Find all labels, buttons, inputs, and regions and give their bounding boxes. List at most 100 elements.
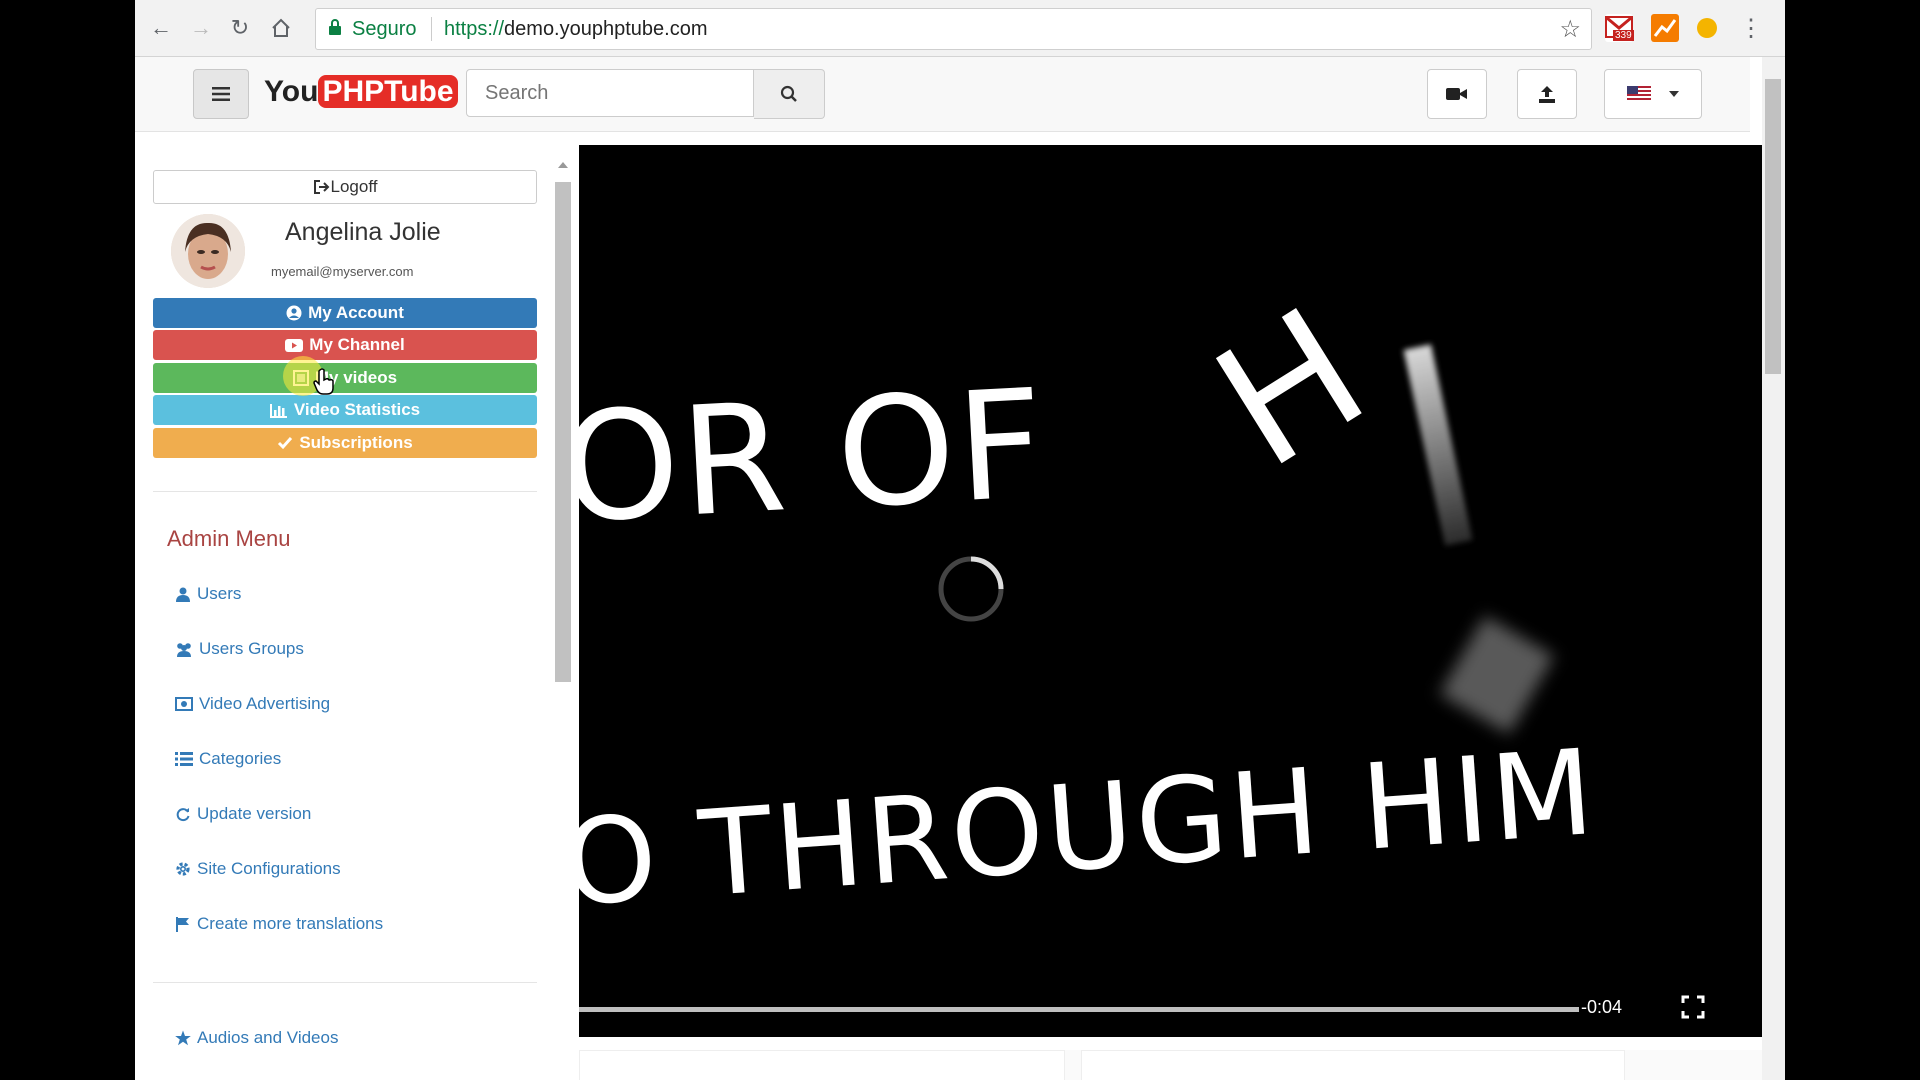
page-scrollbar[interactable] bbox=[1762, 57, 1785, 1080]
admin-item-label: Create more translations bbox=[197, 914, 384, 933]
admin-item-categories[interactable]: Categories bbox=[175, 749, 281, 769]
refresh-icon bbox=[176, 808, 190, 822]
sidebar-scrollbar[interactable] bbox=[553, 132, 573, 1080]
loading-spinner-icon bbox=[938, 556, 1004, 622]
chrome-menu-icon[interactable]: ⋮ bbox=[1735, 12, 1767, 44]
my-channel-button[interactable]: My Channel bbox=[153, 330, 537, 360]
sidebar-divider bbox=[153, 491, 537, 492]
admin-item-label: Update version bbox=[197, 804, 312, 823]
us-flag-icon bbox=[1627, 86, 1651, 102]
up-next-card bbox=[1081, 1050, 1625, 1080]
video-camera-icon bbox=[1446, 88, 1467, 100]
back-arrow-icon[interactable]: ← bbox=[145, 12, 177, 44]
admin-item-label: Site Configurations bbox=[197, 859, 341, 878]
admin-item-label: Users bbox=[197, 584, 242, 603]
star-icon bbox=[175, 1030, 191, 1046]
language-dropdown[interactable] bbox=[1604, 69, 1702, 119]
browser-toolbar: ← → ↻ Seguro https://demo.youphptube.com… bbox=[135, 0, 1785, 57]
video-progress-bar[interactable] bbox=[579, 1007, 1579, 1012]
gmail-extension-icon[interactable]: 339 bbox=[1605, 14, 1634, 42]
logoff-button[interactable]: Logoff bbox=[153, 170, 537, 204]
url-text: https://demo.youphptube.com bbox=[444, 18, 708, 41]
subscriptions-button[interactable]: Subscriptions bbox=[153, 428, 537, 458]
admin-item-video-advertising[interactable]: Video Advertising bbox=[175, 694, 330, 714]
sign-out-icon bbox=[313, 180, 329, 194]
gear-icon bbox=[176, 862, 190, 876]
video-player[interactable]: OR OF H O THROUGH HIM -0:04 bbox=[579, 145, 1762, 1037]
site-header: You PHPTube bbox=[135, 57, 1750, 132]
logo-phptube: PHPTube bbox=[318, 75, 458, 108]
site-logo[interactable]: You PHPTube bbox=[264, 75, 458, 109]
admin-item-update-version[interactable]: Update version bbox=[175, 804, 311, 824]
reload-icon[interactable]: ↻ bbox=[224, 12, 256, 44]
user-icon bbox=[176, 587, 190, 602]
search-button[interactable] bbox=[754, 69, 825, 119]
user-email: myemail@myserver.com bbox=[271, 264, 414, 279]
admin-menu-heading: Admin Menu bbox=[167, 526, 291, 551]
video-frame-text-letter: H bbox=[1184, 271, 1398, 507]
analytics-extension-icon[interactable] bbox=[1651, 14, 1679, 42]
user-name: Angelina Jolie bbox=[285, 218, 441, 246]
video-motion-blur bbox=[1403, 344, 1473, 546]
scroll-up-arrow-icon[interactable] bbox=[558, 162, 568, 168]
video-frame-text-line1: OR OF bbox=[579, 357, 1050, 557]
sidebar-divider bbox=[153, 982, 537, 983]
url-host: demo.youphptube.com bbox=[504, 18, 708, 40]
secure-label: Seguro bbox=[352, 18, 417, 40]
address-bar[interactable]: Seguro https://demo.youphptube.com ☆ bbox=[315, 8, 1592, 50]
my-channel-label: My Channel bbox=[309, 335, 405, 354]
hand-cursor-icon bbox=[313, 368, 334, 395]
my-account-label: My Account bbox=[308, 303, 404, 322]
logoff-label: Logoff bbox=[330, 177, 378, 196]
admin-item-label: Categories bbox=[199, 749, 282, 768]
sidebar-item-audios-and-videos[interactable]: Audios and Videos bbox=[175, 1028, 338, 1048]
browser-window: ← → ↻ Seguro https://demo.youphptube.com… bbox=[135, 0, 1785, 1080]
video-statistics-label: Video Statistics bbox=[293, 400, 421, 419]
below-video-area bbox=[579, 1050, 1762, 1080]
video-statistics-button[interactable]: Video Statistics bbox=[153, 395, 537, 425]
admin-item-label: Users Groups bbox=[199, 639, 304, 658]
home-icon[interactable] bbox=[265, 12, 297, 44]
sidebar-item-label: Audios and Videos bbox=[197, 1028, 339, 1047]
page-scrollbar-thumb[interactable] bbox=[1765, 79, 1781, 374]
fullscreen-icon[interactable] bbox=[1681, 995, 1705, 1019]
bar-chart-icon bbox=[269, 403, 287, 418]
youtube-play-icon bbox=[285, 338, 304, 352]
time-remaining: -0:04 bbox=[1581, 997, 1623, 1017]
admin-item-create-more-translations[interactable]: Create more translations bbox=[175, 914, 383, 934]
check-icon bbox=[278, 437, 293, 450]
admin-item-site-configurations[interactable]: Site Configurations bbox=[175, 859, 341, 879]
upload-icon bbox=[1539, 86, 1555, 103]
list-icon bbox=[175, 752, 193, 766]
hamburger-menu-button[interactable] bbox=[193, 69, 249, 119]
my-videos-button[interactable]: My videos bbox=[153, 363, 537, 393]
ad-video-icon bbox=[175, 697, 193, 711]
video-info-card bbox=[579, 1050, 1065, 1080]
left-sidebar: Logoff Angelina Jolie myemail@myserver.c… bbox=[135, 132, 580, 1080]
users-icon bbox=[177, 643, 191, 657]
user-circle-icon bbox=[286, 305, 302, 321]
video-frame-text-line2: O THROUGH HIM bbox=[579, 722, 1601, 933]
admin-item-label: Video Advertising bbox=[199, 694, 331, 713]
video-camera-button[interactable] bbox=[1427, 69, 1487, 119]
search-icon bbox=[780, 85, 797, 102]
lock-icon bbox=[329, 19, 341, 35]
url-scheme: https:// bbox=[444, 18, 505, 40]
admin-item-users-groups[interactable]: Users Groups bbox=[175, 639, 304, 659]
hamburger-icon bbox=[212, 87, 230, 101]
admin-item-users[interactable]: Users bbox=[175, 584, 241, 604]
sidebar-scrollbar-thumb[interactable] bbox=[555, 182, 571, 682]
video-motion-blur bbox=[1439, 616, 1555, 734]
gmail-badge: 339 bbox=[1613, 30, 1634, 41]
upload-button[interactable] bbox=[1517, 69, 1577, 119]
my-account-button[interactable]: My Account bbox=[153, 298, 537, 328]
flag-icon bbox=[176, 917, 189, 932]
profile-extension-icon[interactable] bbox=[1697, 18, 1717, 38]
bookmark-star-icon[interactable]: ☆ bbox=[1559, 15, 1581, 44]
subscriptions-label: Subscriptions bbox=[299, 433, 413, 452]
search-input[interactable] bbox=[466, 69, 754, 117]
avatar[interactable] bbox=[171, 214, 245, 288]
caret-down-icon bbox=[1669, 91, 1679, 97]
forward-arrow-icon[interactable]: → bbox=[185, 12, 217, 44]
omnibox-separator bbox=[431, 17, 432, 41]
